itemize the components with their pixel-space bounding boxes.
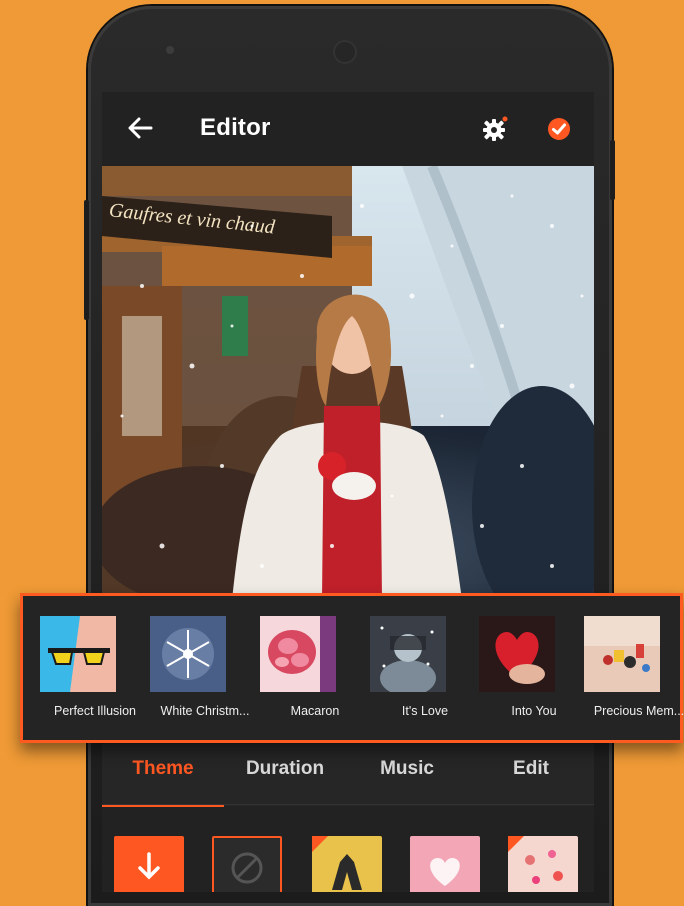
volume-button — [84, 200, 89, 320]
theme-thumbnail[interactable] — [508, 836, 578, 892]
macaron-thumb — [260, 616, 336, 692]
check-circle-icon[interactable] — [546, 116, 572, 142]
theme-item-precious-memories[interactable]: Precious Mem... — [584, 596, 684, 740]
theme-label: Precious Mem... — [593, 704, 684, 718]
theme-item-perfect-illusion[interactable]: Perfect Illusion — [40, 596, 150, 740]
snowflake-thumb — [150, 616, 226, 692]
sunglasses-thumb — [40, 616, 116, 692]
theme-thumbnail[interactable] — [312, 836, 382, 892]
heart-icon — [430, 858, 460, 886]
theme-item-white-christmas[interactable]: White Christm... — [150, 596, 260, 740]
theme-item-macaron[interactable]: Macaron — [260, 596, 370, 740]
no-theme-button[interactable] — [212, 836, 282, 892]
app-screen: Editor Gaufres et vin chaud Theme Durati… — [102, 92, 594, 892]
power-button — [610, 140, 615, 200]
preview-image: Gaufres et vin chaud — [102, 166, 594, 600]
theme-item-its-love[interactable]: It's Love — [370, 596, 480, 740]
pattern-icon — [508, 836, 563, 884]
download-icon — [138, 852, 160, 880]
page-title: Editor — [200, 114, 271, 141]
arrow-left-icon[interactable] — [126, 114, 154, 142]
thumb-art-icon — [312, 836, 362, 890]
theme-thumbnail[interactable] — [410, 836, 480, 892]
heart-thumb — [479, 616, 555, 692]
download-theme-button[interactable] — [114, 836, 184, 892]
tab-theme[interactable]: Theme — [102, 744, 224, 807]
tab-divider — [102, 804, 594, 805]
love-thumb — [370, 616, 446, 692]
theme-item-into-you[interactable]: Into You — [479, 596, 589, 740]
tab-duration[interactable]: Duration — [224, 744, 346, 804]
app-bar: Editor — [102, 92, 594, 166]
theme-strip: Perfect Illusion White Christm... Macaro… — [20, 593, 684, 743]
none-icon — [231, 852, 263, 884]
tab-edit[interactable]: Edit — [468, 744, 594, 804]
gear-icon[interactable] — [482, 116, 508, 142]
photo-preview[interactable]: Gaufres et vin chaud — [102, 166, 594, 600]
tab-bar: Theme Duration Music Edit — [102, 744, 594, 807]
tab-music[interactable]: Music — [346, 744, 468, 804]
front-camera — [333, 40, 357, 64]
toys-thumb — [584, 616, 660, 692]
theme-grid-row — [102, 832, 594, 892]
proximity-sensor — [166, 46, 174, 54]
